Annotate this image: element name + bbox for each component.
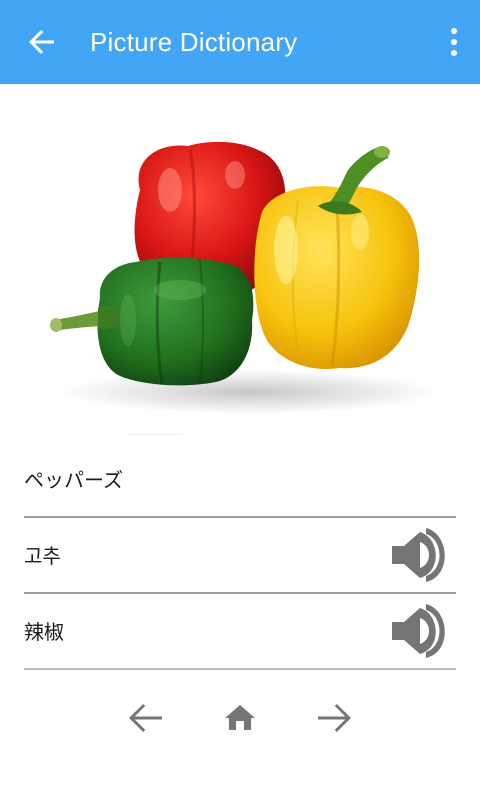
next-arrow-icon[interactable]: [314, 698, 354, 738]
app-bar: Picture Dictionary: [0, 0, 480, 84]
page-title: Picture Dictionary: [90, 27, 298, 57]
word-row-japanese: ペッパーズ: [24, 450, 456, 518]
home-icon[interactable]: [220, 698, 260, 738]
word-label-korean: 고추: [24, 544, 61, 568]
word-label-chinese: 辣椒: [24, 620, 64, 644]
previous-arrow-icon[interactable]: [126, 698, 166, 738]
image-divider: [128, 434, 182, 435]
peppers-image: [50, 141, 440, 414]
word-label-japanese: ペッパーズ: [24, 468, 123, 492]
speaker-icon[interactable]: [390, 604, 448, 658]
word-row-korean: 고추: [24, 518, 456, 594]
back-arrow-icon[interactable]: [26, 26, 58, 58]
speaker-icon[interactable]: [390, 528, 448, 582]
more-vert-icon[interactable]: [448, 26, 460, 58]
word-row-chinese: 辣椒: [24, 594, 456, 670]
